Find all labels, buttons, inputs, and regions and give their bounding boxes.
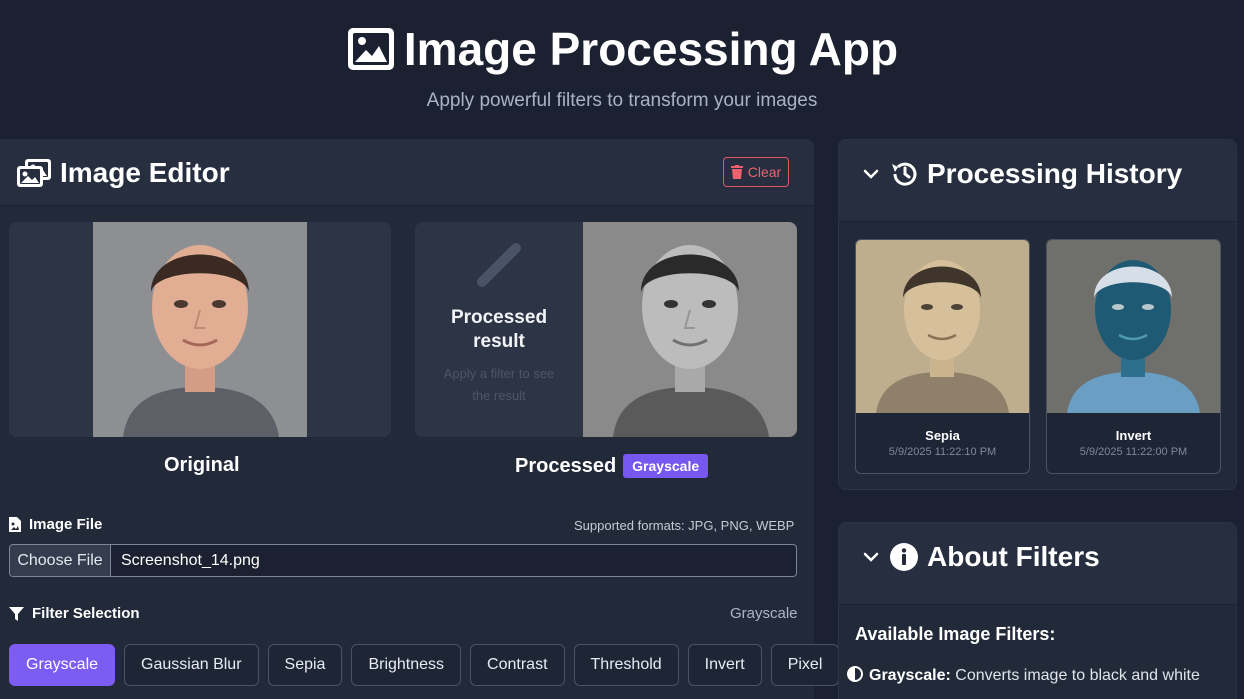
processing-history-title: Processing History	[861, 158, 1182, 190]
about-filters-card: About Filters Available Image Filters: G…	[838, 522, 1237, 699]
file-image-icon	[9, 517, 21, 532]
processing-history-header[interactable]: Processing History	[839, 140, 1236, 222]
processed-filter-badge: Grayscale	[623, 454, 709, 478]
app-title-text: Image Processing App	[403, 23, 899, 75]
processed-caption: Processed Grayscale	[515, 454, 709, 478]
filter-description-name: Grayscale:	[869, 667, 951, 684]
processed-placeholder: Processed result Apply a filter to see t…	[415, 222, 583, 437]
image-editor-card: Image Editor Clear Processed result Appl…	[0, 139, 840, 699]
filter-threshold-button[interactable]: Threshold	[573, 644, 679, 686]
about-filters-title-text: About Filters	[927, 541, 1100, 572]
image-editor-title-text: Image Editor	[60, 157, 230, 188]
processed-caption-text: Processed	[515, 454, 617, 477]
history-icon	[892, 162, 917, 186]
filter-button-row: Grayscale Gaussian Blur Sepia Brightness…	[9, 644, 840, 686]
filter-icon	[9, 606, 24, 621]
selected-file-name: Screenshot_14.png	[121, 551, 260, 569]
images-icon	[17, 159, 51, 187]
history-item[interactable]: Sepia 5/9/2025 11:22:10 PM	[855, 239, 1030, 474]
image-file-label: Image File	[9, 516, 102, 533]
image-icon	[347, 28, 394, 70]
filter-sepia-button[interactable]: Sepia	[267, 644, 343, 686]
history-thumbnail-invert	[1047, 240, 1220, 413]
processed-placeholder-subtitle: Apply a filter to see the result	[443, 366, 555, 403]
processed-image-panel: Processed result Apply a filter to see t…	[415, 222, 797, 437]
image-file-label-text: Image File	[29, 516, 103, 533]
clear-button-label: Clear	[747, 164, 782, 180]
chevron-down-icon[interactable]	[861, 547, 881, 567]
clear-button[interactable]: Clear	[723, 157, 789, 187]
processing-history-title-text: Processing History	[927, 158, 1183, 189]
history-item-name: Sepia	[925, 428, 960, 443]
filter-invert-button[interactable]: Invert	[687, 644, 762, 686]
trash-icon	[730, 165, 743, 179]
current-filter-text: Grayscale	[730, 605, 798, 622]
filter-selection-label-text: Filter Selection	[32, 605, 140, 622]
filter-pixel-button[interactable]: Pixel	[770, 644, 840, 686]
history-item-name: Invert	[1115, 428, 1152, 443]
image-editor-header: Image Editor Clear	[0, 139, 814, 206]
chevron-down-icon[interactable]	[861, 164, 881, 184]
available-filters-heading: Available Image Filters:	[855, 624, 1056, 644]
processing-history-card: Processing History Sepia 5/9/2025 11:22:…	[838, 139, 1237, 490]
history-item[interactable]: Invert 5/9/2025 11:22:00 PM	[1046, 239, 1221, 474]
file-input[interactable]: Choose File Screenshot_14.png	[9, 544, 797, 577]
supported-formats-hint: Supported formats: JPG, PNG, WEBP	[574, 518, 795, 533]
app-subtitle: Apply powerful filters to transform your…	[426, 90, 818, 111]
history-item-time: 5/9/2025 11:22:10 PM	[888, 446, 997, 458]
filter-description-item: Grayscale: Converts image to black and w…	[847, 664, 1211, 688]
original-caption: Original	[164, 454, 240, 476]
original-image-panel	[9, 222, 391, 437]
image-editor-title: Image Editor	[16, 157, 230, 189]
history-item-time: 5/9/2025 11:22:00 PM	[1079, 446, 1188, 458]
adjust-icon	[847, 666, 863, 682]
magic-wand-icon	[477, 243, 521, 287]
filter-description-text: Converts image to black and white	[955, 667, 1200, 684]
about-filters-header[interactable]: About Filters	[839, 523, 1236, 605]
processed-placeholder-title: Processed result	[450, 307, 548, 352]
app-header: Image Processing App Apply powerful filt…	[0, 0, 1244, 135]
choose-file-button[interactable]: Choose File	[10, 545, 111, 576]
about-filters-title: About Filters	[861, 541, 1100, 573]
filter-gaussian-blur-button[interactable]: Gaussian Blur	[124, 644, 259, 686]
filter-contrast-button[interactable]: Contrast	[470, 644, 565, 686]
history-thumbnail-sepia	[856, 240, 1029, 413]
filter-brightness-button[interactable]: Brightness	[351, 644, 462, 686]
original-image	[93, 222, 307, 437]
processed-image	[583, 222, 797, 437]
info-icon	[890, 543, 918, 571]
filter-selection-label: Filter Selection	[9, 605, 140, 622]
app-title: Image Processing App	[0, 22, 1244, 76]
filter-grayscale-button[interactable]: Grayscale	[9, 644, 116, 686]
